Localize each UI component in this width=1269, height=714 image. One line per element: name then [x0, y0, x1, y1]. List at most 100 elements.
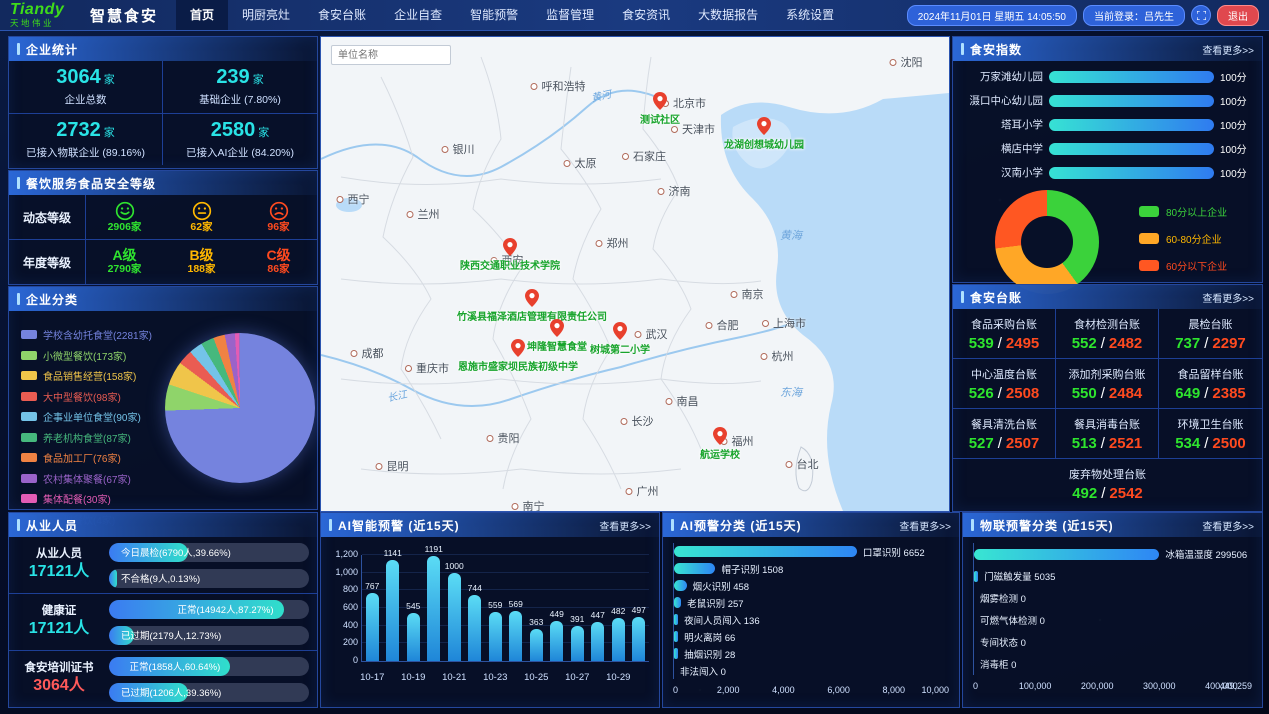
map-city-南京: 南京 [731, 286, 764, 302]
map-marker-pin-icon[interactable] [653, 92, 667, 110]
grade-items: 2906家62家96家 [86, 195, 317, 239]
category-legend-item[interactable]: 学校含幼托食堂(2281家) [21, 327, 152, 342]
view-more-link[interactable]: 查看更多>> [599, 518, 651, 533]
fullscreen-button[interactable] [1191, 5, 1211, 25]
city-label: 武汉 [646, 326, 668, 342]
map-marker-pin-icon[interactable] [550, 319, 564, 337]
category-legend-item[interactable]: 养老机构食堂(87家) [21, 430, 152, 445]
city-dot-icon [786, 461, 793, 468]
hbar-row: 门磁触发量 5035 [974, 565, 1252, 587]
y-axis-tick: 0 [328, 655, 358, 665]
trend-bar [407, 613, 420, 661]
category-legend-item[interactable]: 集体配餐(30家) [21, 491, 152, 506]
city-dot-icon [666, 398, 673, 405]
panel-header: 物联预警分类 (近15天) 查看更多>> [963, 513, 1262, 537]
donut-legend-item[interactable]: 60分以下企业 [1139, 258, 1227, 273]
hbar-label: 口罩识别 6652 [863, 545, 925, 559]
map-marker-pin-icon[interactable] [511, 339, 525, 357]
stat-value: 2580家 [211, 119, 270, 142]
category-legend: 学校含幼托食堂(2281家) 小微型餐饮(173家) 食品销售经营(158家) 大中型… [21, 327, 152, 527]
nav-item-大数据报告[interactable]: 大数据报告 [684, 0, 772, 30]
x-axis-tick: 10,000 [921, 685, 949, 695]
donut-legend-item[interactable]: 60-80分企业 [1139, 231, 1227, 246]
legend-swatch-icon [21, 351, 37, 360]
brand-name: Tiandy [10, 2, 82, 18]
map-marker-pin-icon[interactable] [757, 117, 771, 135]
index-score: 100分 [1220, 93, 1252, 108]
view-more-link[interactable]: 查看更多>> [899, 518, 951, 533]
map-marker-pin-icon[interactable] [503, 238, 517, 256]
logout-button[interactable]: 退出 [1217, 5, 1259, 26]
panel-safety-grade: 餐饮服务食品安全等级 动态等级2906家62家96家年度等级A级2790家B级1… [8, 170, 318, 285]
nav-item-监督管理[interactable]: 监督管理 [532, 0, 608, 30]
staff-progress-text: 今日晨检(6790人,39.66%) [121, 543, 231, 562]
stat-cell: 3064家企业总数 [9, 61, 163, 114]
category-legend-item[interactable]: 大中型餐饮(98家) [21, 389, 152, 404]
ai-trend-plot: 02004006008001,0001,20076710-17114154510… [361, 555, 649, 662]
category-legend-item[interactable]: 农村集体聚餐(67家) [21, 471, 152, 486]
topbar-right: 2024年11月01日 星期五 14:05:50 当前登录：吕先生 退出 [907, 5, 1259, 26]
nav-item-明厨亮灶[interactable]: 明厨亮灶 [228, 0, 304, 30]
trend-bar-value: 482 [611, 606, 625, 616]
city-dot-icon [626, 488, 633, 495]
brand-logo: Tiandy 天地伟业 [10, 2, 82, 28]
stat-value: 2732家 [56, 119, 115, 142]
nav-item-企业自查[interactable]: 企业自查 [380, 0, 456, 30]
category-legend-item[interactable]: 小微型餐饮(173家) [21, 348, 152, 363]
ledger-cell: 餐具清洗台账527/2507 [953, 409, 1056, 459]
nav-item-系统设置[interactable]: 系统设置 [772, 0, 848, 30]
index-bar-row: 汉南小学100分 [957, 165, 1252, 180]
x-axis-tick: 100,000 [1019, 681, 1052, 691]
nav-item-食安资讯[interactable]: 食安资讯 [608, 0, 684, 30]
ledger-name: 餐具消毒台账 [1074, 416, 1140, 432]
hbar-fill [674, 614, 678, 625]
city-label: 上海市 [773, 315, 806, 331]
x-axis-tick: 10-21 [442, 672, 466, 683]
ledger-cell: 晨检台账737/2297 [1159, 309, 1262, 359]
hbar-fill [974, 549, 1159, 560]
trend-bar [530, 629, 543, 661]
staff-row-label: 从业人员17121人 [9, 547, 109, 583]
hbar-fill [674, 580, 687, 591]
map-marker-pin-icon[interactable] [713, 427, 727, 445]
city-dot-icon [731, 291, 738, 298]
hbar-label: 明火离岗 66 [684, 630, 735, 644]
panel-header: 企业统计 [9, 37, 317, 61]
grade-item: B级188家 [163, 240, 240, 284]
ai-trend-chart: 02004006008001,0001,20076710-17114154510… [327, 541, 653, 703]
map-search-input[interactable] [331, 45, 451, 65]
legend-swatch-icon [21, 474, 37, 483]
hbar-rows: 口罩识别 6652帽子识别 1508烟火识别 458老鼠识别 257夜间人员闯入… [673, 543, 949, 679]
city-label: 重庆市 [416, 360, 449, 376]
x-axis-tick: 4,000 [772, 685, 795, 695]
hbar-label: 烟雾检测 0 [980, 591, 1026, 605]
map-marker-pin-icon[interactable] [613, 322, 627, 340]
city-dot-icon [376, 463, 383, 470]
nav-menu: 首页明厨亮灶食安台账企业自查智能预警监督管理食安资讯大数据报告系统设置 [176, 0, 848, 30]
nav-item-食安台账[interactable]: 食安台账 [304, 0, 380, 30]
staff-rows: 从业人员17121人今日晨检(6790人,39.66%)不合格(9人,0.13%… [9, 537, 317, 707]
x-axis: 0100,000200,000300,000400,000449,259 [973, 679, 1252, 693]
y-axis-tick: 1,000 [328, 567, 358, 577]
map-city-济南: 济南 [658, 183, 691, 199]
hbar-label: 消毒柜 0 [980, 657, 1016, 671]
nav-item-智能预警[interactable]: 智能预警 [456, 0, 532, 30]
map-marker-pin-icon[interactable] [525, 289, 539, 307]
trend-bar [571, 626, 584, 661]
ledger-cell: 食材检测台账552/2482 [1056, 309, 1159, 359]
x-axis-tick: 10-17 [360, 672, 384, 683]
view-more-link[interactable]: 查看更多>> [1202, 518, 1254, 533]
category-legend-item[interactable]: 食品加工厂(76家) [21, 450, 152, 465]
category-legend-item[interactable]: 企事业单位食堂(90家) [21, 409, 152, 424]
donut-legend-item[interactable]: 80分以上企业 [1139, 204, 1227, 219]
hbar-row: 夜间人员闯入 136 [674, 611, 949, 628]
nav-item-首页[interactable]: 首页 [176, 0, 228, 30]
view-more-link[interactable]: 查看更多>> [1202, 290, 1254, 305]
map-city-银川: 银川 [442, 141, 475, 157]
china-map[interactable]: 沈阳呼和浩特北京市天津市银川石家庄太原济南西宁兰州郑州西安南京合肥上海市武汉杭州… [321, 37, 949, 511]
city-label: 南宁 [523, 498, 545, 511]
map-marker-label: 航运学校 [700, 446, 740, 461]
staff-progress-text: 正常(14942人,87.27%) [177, 600, 283, 619]
view-more-link[interactable]: 查看更多>> [1202, 42, 1254, 57]
category-legend-item[interactable]: 食品销售经营(158家) [21, 368, 152, 383]
